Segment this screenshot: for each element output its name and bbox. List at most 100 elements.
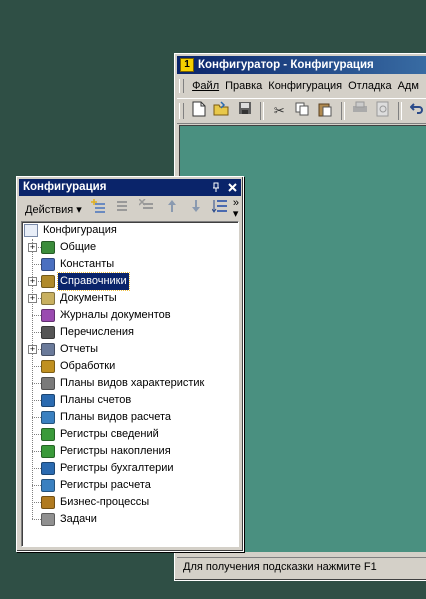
close-icon[interactable] xyxy=(225,179,239,196)
tree-item-label: Отчеты xyxy=(60,343,99,355)
accumulation-registers-icon xyxy=(41,445,55,458)
print-preview-icon[interactable] xyxy=(373,101,393,121)
tree-root-label: Конфигурация xyxy=(43,224,117,236)
tree-item-label: Документы xyxy=(60,292,117,304)
move-down-icon[interactable] xyxy=(185,198,206,220)
tree-item-label: Регистры расчета xyxy=(60,479,151,491)
menu-edit[interactable]: Правка xyxy=(222,76,265,96)
tree-item[interactable]: Планы видов характеристик xyxy=(22,375,238,392)
save-icon[interactable] xyxy=(235,101,255,121)
tree-item[interactable]: Планы счетов xyxy=(22,392,238,409)
tree-connector-branch xyxy=(32,451,41,452)
new-file-icon[interactable] xyxy=(189,101,209,121)
window-title: Конфигуратор - Конфигурация xyxy=(198,59,374,71)
actions-menu-button[interactable]: Действия ▾ xyxy=(19,199,86,221)
expand-icon[interactable]: + xyxy=(28,345,37,354)
tree-connector-branch xyxy=(32,502,41,503)
tree-item-label: Обработки xyxy=(60,360,116,372)
calculation-registers-icon xyxy=(41,479,55,492)
configuration-icon xyxy=(24,224,38,237)
tree-item-label: Бизнес-процессы xyxy=(60,496,150,508)
business-processes-icon xyxy=(41,496,55,509)
tree-item[interactable]: Регистры бухгалтерии xyxy=(22,460,238,477)
toolbar-overflow[interactable]: » ▾ xyxy=(233,198,239,220)
actions-label: Действия xyxy=(25,204,74,216)
tree-connector-branch xyxy=(32,366,41,367)
tree-root[interactable]: Конфигурация xyxy=(22,222,238,239)
panel-toolbar: Действия ▾ » ▾ xyxy=(19,198,241,220)
toolbar-separator xyxy=(340,102,345,120)
tree-connector-branch xyxy=(32,434,41,435)
status-bar: Для получения подсказки нажмите F1 xyxy=(177,557,426,577)
tree-item[interactable]: Журналы документов xyxy=(22,307,238,324)
tasks-icon xyxy=(41,513,55,526)
tree-item-label: Регистры сведений xyxy=(60,428,159,440)
tree-item-label: Регистры бухгалтерии xyxy=(60,462,174,474)
menu-file[interactable]: Файл xyxy=(189,76,222,96)
main-toolbar: ✂ xyxy=(177,98,426,124)
tree-item-label: Константы xyxy=(60,258,115,270)
menubar-grip[interactable] xyxy=(179,79,184,94)
tree-item[interactable]: Планы видов расчета xyxy=(22,409,238,426)
tree-item-label: Журналы документов xyxy=(60,309,171,321)
chart-of-calculation-icon xyxy=(41,411,55,424)
tree-item-label: Регистры накопления xyxy=(60,445,171,457)
menu-bar: Файл Правка Конфигурация Отладка Адм xyxy=(177,76,426,96)
delete-item-icon[interactable] xyxy=(137,198,158,220)
tree-item[interactable]: Бизнес-процессы xyxy=(22,494,238,511)
tree-connector-branch xyxy=(32,383,41,384)
tree-item-label: Задачи xyxy=(60,513,97,525)
menu-configuration[interactable]: Конфигурация xyxy=(265,76,345,96)
add-item-icon[interactable] xyxy=(89,198,110,220)
chart-of-accounts-icon xyxy=(41,394,55,407)
sort-icon[interactable] xyxy=(209,198,230,220)
print-icon[interactable] xyxy=(350,101,370,121)
general-icon xyxy=(41,241,55,254)
window-title-bar[interactable]: 1 Конфигуратор - Конфигурация xyxy=(177,56,426,74)
configuration-tree[interactable]: Конфигурация + Общие Константы + Справочники… xyxy=(21,221,239,547)
tree-item[interactable]: Перечисления xyxy=(22,324,238,341)
tree-item[interactable]: + Документы xyxy=(22,290,238,307)
panel-title-bar[interactable]: Конфигурация xyxy=(19,179,241,196)
tree-item[interactable]: Задачи xyxy=(22,511,238,528)
cut-icon[interactable]: ✂ xyxy=(269,101,289,121)
move-up-icon[interactable] xyxy=(161,198,182,220)
tree-item[interactable]: Обработки xyxy=(22,358,238,375)
overflow-arrow-icon: ▾ xyxy=(232,208,239,220)
documents-icon xyxy=(41,292,55,305)
tree-connector-branch xyxy=(32,264,41,265)
menu-debug[interactable]: Отладка xyxy=(345,76,394,96)
tree-connector-branch xyxy=(32,485,41,486)
pin-icon[interactable] xyxy=(209,179,223,196)
document-journals-icon xyxy=(41,309,55,322)
chevron-down-icon: ▾ xyxy=(76,204,82,216)
tree-item[interactable]: + Общие xyxy=(22,239,238,256)
tree-item[interactable]: Регистры сведений xyxy=(22,426,238,443)
copy-item-icon[interactable] xyxy=(113,198,134,220)
expand-icon[interactable]: + xyxy=(28,277,37,286)
tree-item[interactable]: Регистры накопления xyxy=(22,443,238,460)
tree-item[interactable]: + Отчеты xyxy=(22,341,238,358)
reports-icon xyxy=(41,343,55,356)
tree-item[interactable]: Константы xyxy=(22,256,238,273)
catalogs-icon xyxy=(41,275,55,288)
toolbar-separator xyxy=(260,102,265,120)
undo-icon[interactable] xyxy=(407,101,426,121)
tree-item-label: Общие xyxy=(60,241,97,253)
paste-icon[interactable] xyxy=(315,101,335,121)
tree-connector-branch xyxy=(32,332,41,333)
expand-icon[interactable]: + xyxy=(28,243,37,252)
accounting-registers-icon xyxy=(41,462,55,475)
tree-connector-branch xyxy=(32,315,41,316)
open-file-icon[interactable] xyxy=(212,101,232,121)
expand-icon[interactable]: + xyxy=(28,294,37,303)
tree-item[interactable]: Регистры расчета xyxy=(22,477,238,494)
tree-item[interactable]: + Справочники xyxy=(22,272,238,291)
menu-administration[interactable]: Адм xyxy=(395,76,422,96)
tree-item-label: Планы видов расчета xyxy=(60,411,172,423)
information-registers-icon xyxy=(41,428,55,441)
toolbar-separator xyxy=(397,102,402,120)
toolbar-grip[interactable] xyxy=(179,103,184,119)
tree-connector-branch xyxy=(32,417,41,418)
copy-icon[interactable] xyxy=(292,101,312,121)
